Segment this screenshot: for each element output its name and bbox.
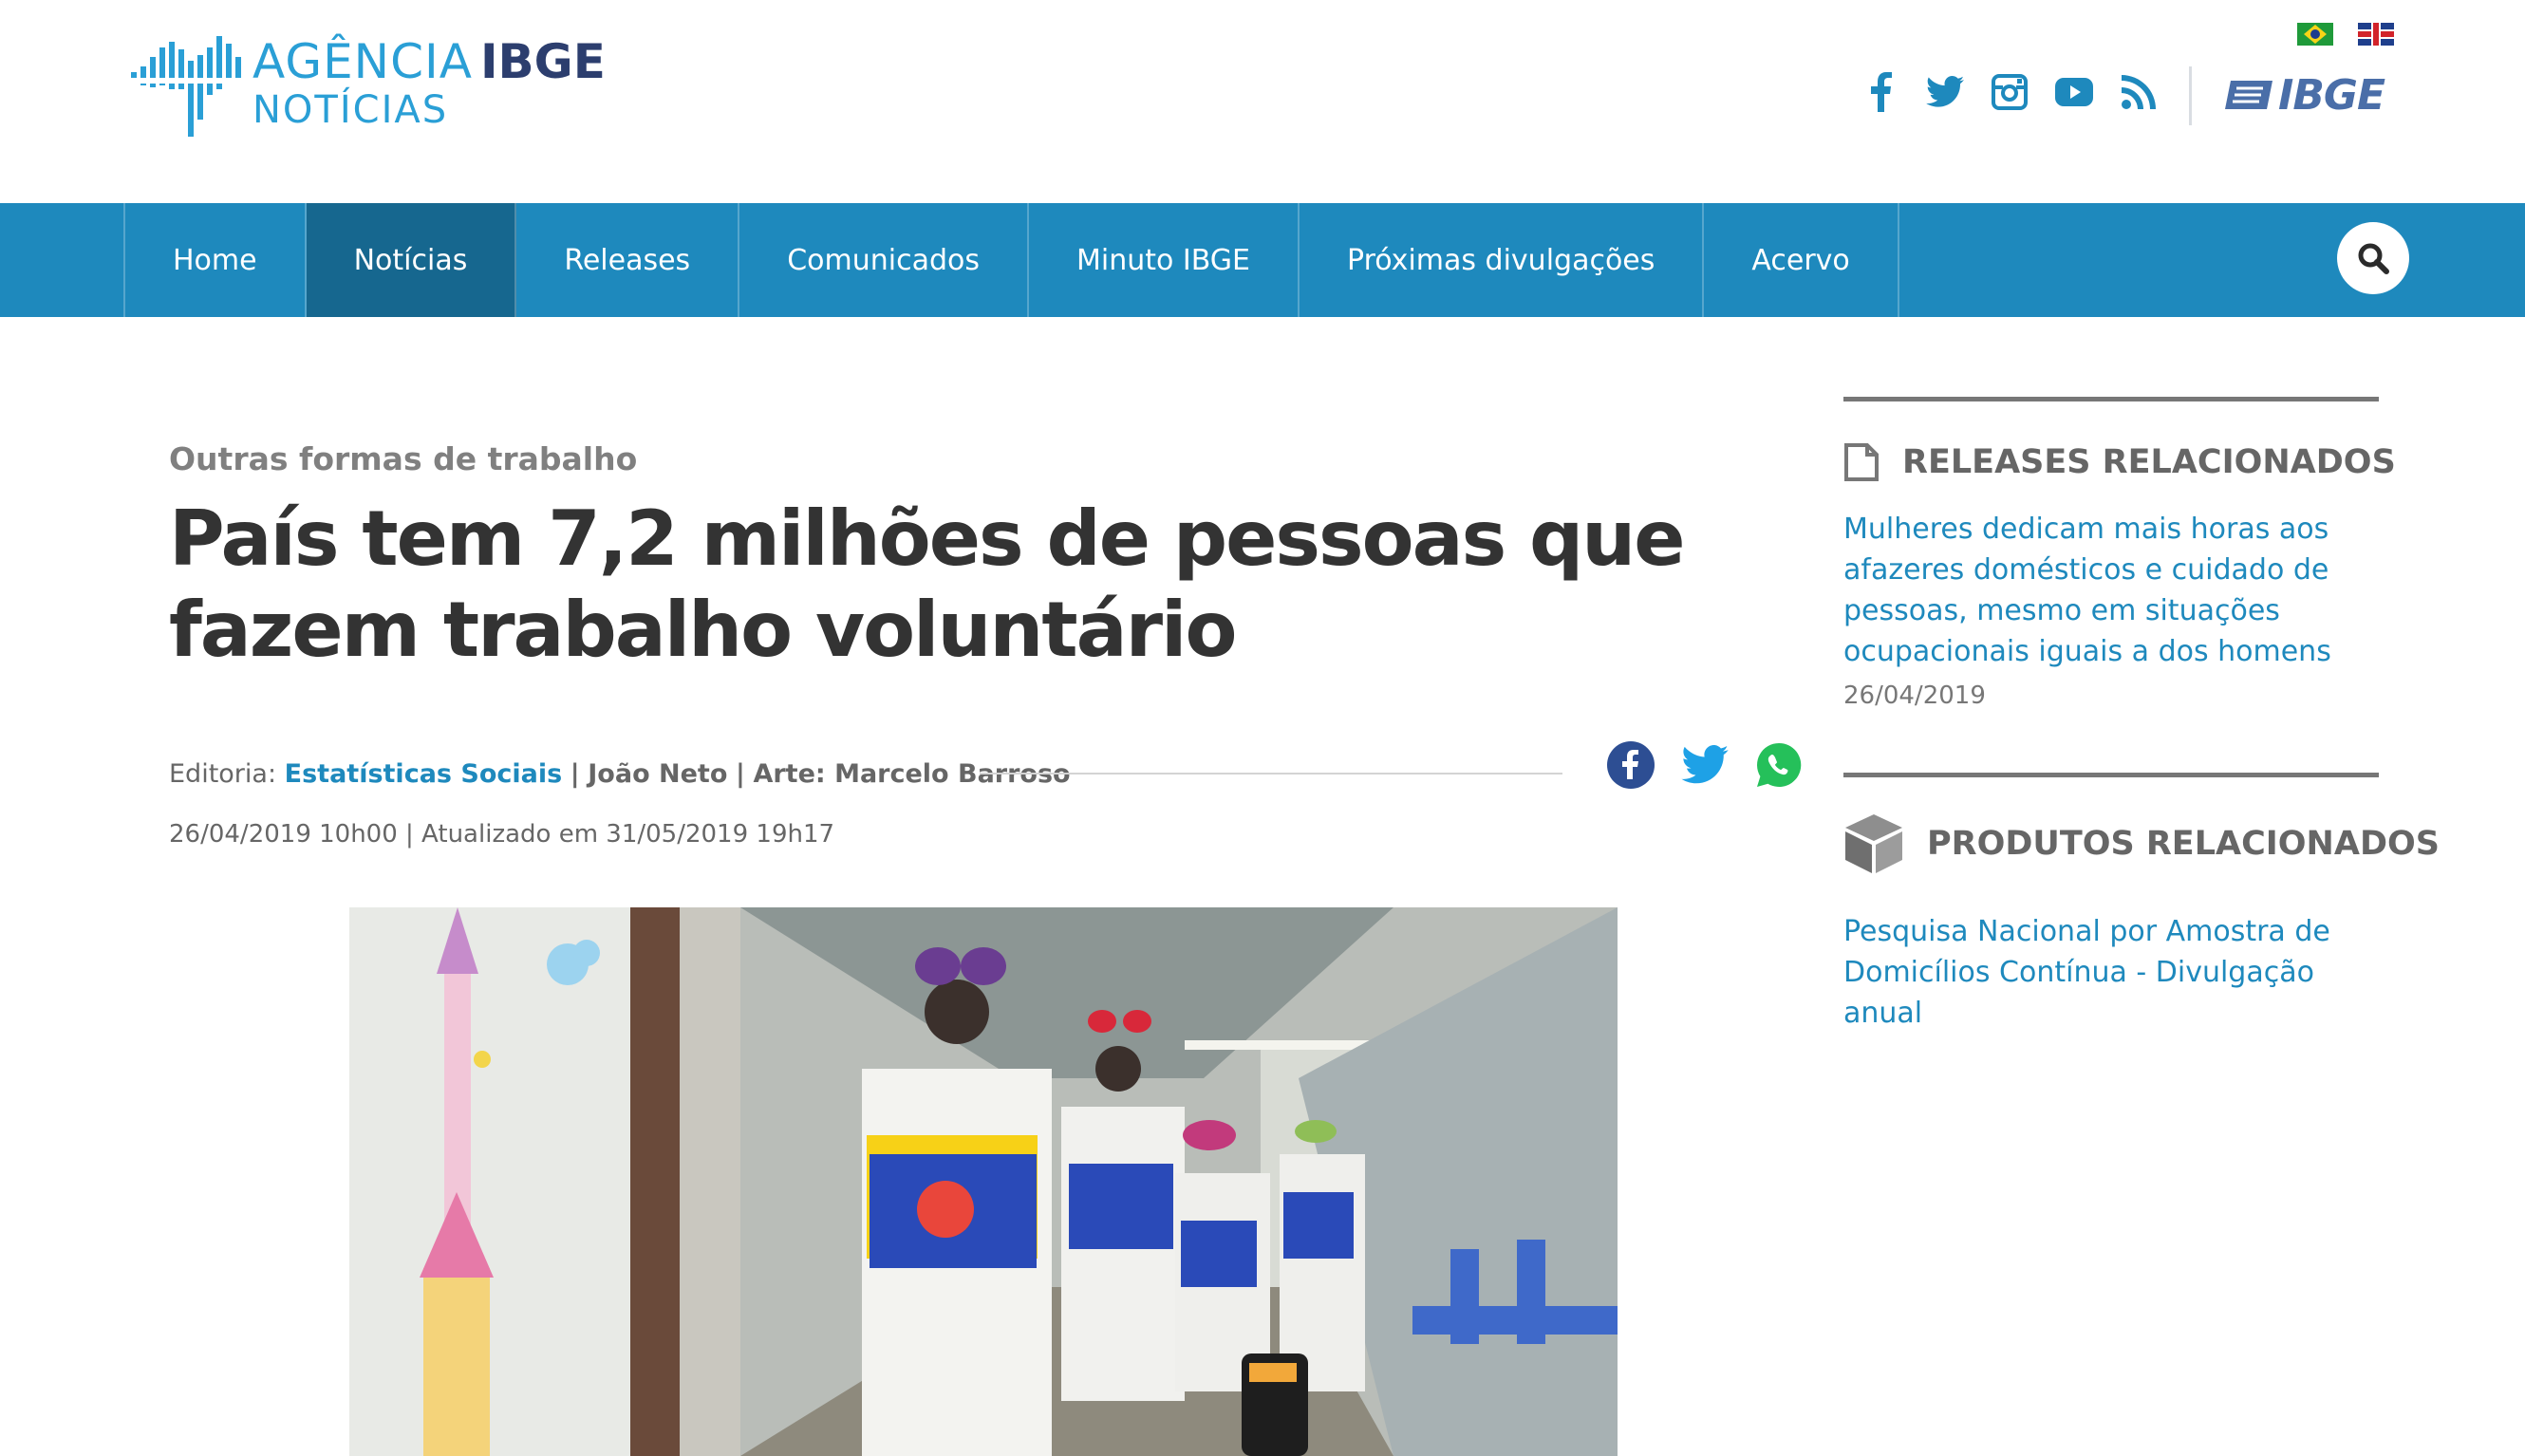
release-date: 26/04/2019	[1843, 681, 1986, 710]
social-links	[1861, 72, 2159, 112]
site-header: AGÊNCIA IBGE NOTÍCIAS IBGE	[0, 0, 2525, 203]
nav-item-not-cias[interactable]: Notícias	[306, 203, 517, 317]
produto-link[interactable]: Pesquisa Nacional por Amostra de Domicíl…	[1843, 911, 2375, 1034]
whatsapp-share-icon[interactable]	[1754, 740, 1804, 790]
rss-icon[interactable]	[2119, 72, 2159, 112]
logo-ibge-text: IBGE	[479, 34, 606, 89]
meta-separator: |	[735, 759, 745, 789]
header-divider	[2189, 66, 2192, 125]
logo-bars-icon	[131, 28, 243, 139]
article-dates: 26/04/2019 10h00 | Atualizado em 31/05/2…	[169, 820, 835, 849]
nav-item-minuto-ibge[interactable]: Minuto IBGE	[1029, 203, 1300, 317]
twitter-share-icon[interactable]	[1680, 740, 1730, 790]
search-icon	[2358, 243, 2389, 274]
uk-flag-icon[interactable]	[2358, 23, 2394, 46]
nav-item-home[interactable]: Home	[125, 203, 307, 317]
main-nav: Home Notícias Releases Comunicados Minuto IB…	[0, 203, 2525, 317]
brazil-flag-icon[interactable]	[2297, 23, 2333, 46]
releases-heading-text: RELEASES RELACIONADOS	[1902, 443, 2396, 481]
meta-divider	[980, 773, 1562, 775]
search-button[interactable]	[2337, 222, 2409, 294]
instagram-icon[interactable]	[1990, 72, 2029, 112]
article-meta: Editoria: Estatísticas Sociais | João Ne…	[169, 759, 1071, 789]
editoria-label: Editoria:	[169, 759, 277, 789]
article-title: País tem 7,2 milhões de pessoas que faze…	[169, 495, 1686, 674]
editoria-link[interactable]: Estatísticas Sociais	[285, 759, 563, 789]
produtos-heading: PRODUTOS RELACIONADOS	[1843, 812, 2440, 875]
release-link[interactable]: Mulheres dedicam mais horas aos afazeres…	[1843, 509, 2375, 672]
article-author: João Neto	[588, 759, 728, 789]
facebook-icon[interactable]	[1861, 72, 1900, 112]
nav-item-acervo[interactable]: Acervo	[1704, 203, 1899, 317]
sidebar-divider	[1843, 773, 2379, 777]
ibge-logo-mark-icon	[2225, 81, 2272, 109]
logo-noticias-text: NOTÍCIAS	[252, 88, 449, 132]
article-photo	[349, 907, 1618, 1456]
share-buttons	[1606, 740, 1804, 790]
facebook-share-icon[interactable]	[1606, 740, 1655, 790]
cube-icon	[1843, 812, 1904, 875]
language-switcher	[2297, 23, 2394, 46]
ibge-logo-text: IBGE	[2278, 70, 2385, 120]
produtos-heading-text: PRODUTOS RELACIONADOS	[1927, 825, 2440, 863]
twitter-icon[interactable]	[1925, 72, 1965, 112]
youtube-icon[interactable]	[2054, 72, 2094, 112]
sidebar-divider	[1843, 397, 2379, 401]
nav-item-releases[interactable]: Releases	[516, 203, 740, 317]
document-icon	[1843, 442, 1880, 482]
agencia-ibge-logo[interactable]: AGÊNCIA IBGE NOTÍCIAS	[131, 27, 606, 140]
logo-agencia-text: AGÊNCIA	[252, 34, 473, 89]
hospital-corridor-volunteers-image	[349, 907, 1618, 1456]
ibge-logo[interactable]: IBGE	[2225, 70, 2385, 120]
releases-heading: RELEASES RELACIONADOS	[1843, 442, 2396, 482]
article-kicker: Outras formas de trabalho	[169, 440, 638, 477]
meta-separator: |	[570, 759, 580, 789]
nav-item-pr-ximas-divulga-es[interactable]: Próximas divulgações	[1300, 203, 1705, 317]
nav-item-comunicados[interactable]: Comunicados	[739, 203, 1029, 317]
nav-list: Home Notícias Releases Comunicados Minuto IB…	[123, 203, 1899, 317]
